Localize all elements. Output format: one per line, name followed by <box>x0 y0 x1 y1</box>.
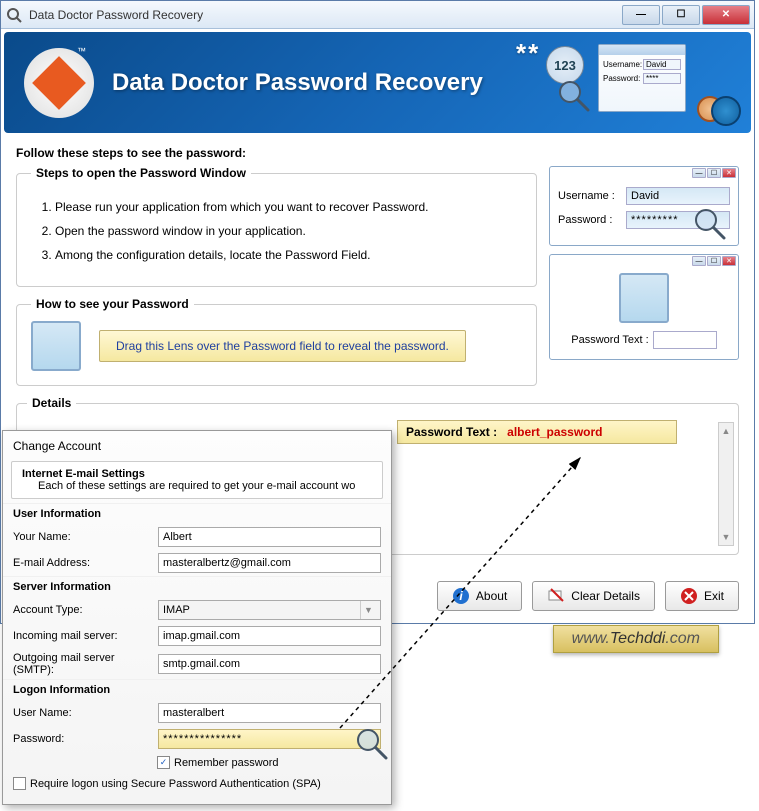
change-account-dialog: Change Account Internet E-mail Settings … <box>2 430 392 805</box>
info-icon: i <box>452 587 470 605</box>
window-controls <box>622 5 750 25</box>
incoming-label: Incoming mail server: <box>13 630 158 642</box>
main-heading: Follow these steps to see the password: <box>16 146 739 160</box>
mini-max-button[interactable]: ☐ <box>707 168 721 178</box>
magnifier-icon <box>354 726 388 766</box>
server-info-label: Server Information <box>3 576 391 597</box>
outgoing-label: Outgoing mail server (SMTP): <box>13 652 158 676</box>
remember-password-row[interactable]: ✓ Remember password <box>3 752 391 773</box>
mini-close-button[interactable]: ✕ <box>722 256 736 266</box>
your-name-label: Your Name: <box>13 531 158 543</box>
username-label: User Name: <box>13 707 158 719</box>
exit-icon <box>680 587 698 605</box>
password-label: Password: <box>13 733 158 745</box>
titlebar-text: Data Doctor Password Recovery <box>29 8 622 22</box>
chevron-down-icon: ▼ <box>360 601 376 619</box>
titlebar: Data Doctor Password Recovery <box>1 1 754 29</box>
drag-hint: Drag this Lens over the Password field t… <box>99 330 466 362</box>
password-text-field <box>653 331 717 349</box>
account-type-select[interactable]: IMAP▼ <box>158 600 381 620</box>
clear-icon <box>547 587 565 605</box>
logon-info-label: Logon Information <box>3 679 391 700</box>
spa-row[interactable]: Require logon using Secure Password Auth… <box>3 773 391 794</box>
lens-icon <box>619 273 669 323</box>
step-item: Among the configuration details, locate … <box>55 248 522 262</box>
banner-title: Data Doctor Password Recovery <box>112 69 483 97</box>
account-type-label: Account Type: <box>13 604 158 616</box>
dialog-title: Change Account <box>3 437 391 457</box>
mini-close-button[interactable]: ✕ <box>722 168 736 178</box>
app-icon <box>5 6 23 24</box>
watermark: www.Techddi.com <box>553 625 719 653</box>
incoming-input[interactable]: imap.gmail.com <box>158 626 381 646</box>
close-button[interactable] <box>702 5 750 25</box>
details-legend: Details <box>27 396 76 410</box>
mini-max-button[interactable]: ☐ <box>707 256 721 266</box>
steps-legend: Steps to open the Password Window <box>31 166 251 180</box>
password-input[interactable]: *************** <box>158 729 381 749</box>
banner: Data Doctor Password Recovery ** 123 Use… <box>4 32 751 133</box>
user-info-label: User Information <box>3 503 391 524</box>
username-input[interactable]: masteralbert <box>158 703 381 723</box>
minimize-button[interactable] <box>622 5 660 25</box>
banner-mini-window: Username:David Password:**** <box>598 44 686 112</box>
username-field: David <box>626 187 730 205</box>
app-logo <box>24 48 94 118</box>
step-item: Open the password window in your applica… <box>55 224 522 238</box>
steps-group: Steps to open the Password Window Please… <box>16 166 537 287</box>
mini-min-button[interactable]: — <box>692 168 706 178</box>
howto-group: How to see your Password Drag this Lens … <box>16 297 537 386</box>
mini-min-button[interactable]: — <box>692 256 706 266</box>
example-login-window: —☐✕ Username :David Password :********* <box>549 166 739 246</box>
result-box: Password Text : albert_password <box>397 420 677 444</box>
exit-button[interactable]: Exit <box>665 581 739 611</box>
email-label: E-mail Address: <box>13 557 158 569</box>
settings-header: Internet E-mail Settings Each of these s… <box>12 462 382 498</box>
checkbox-icon: ✓ <box>157 756 170 769</box>
clear-details-button[interactable]: Clear Details <box>532 581 655 611</box>
lens-draggable[interactable] <box>31 321 81 371</box>
result-value: albert_password <box>507 425 602 439</box>
password-label: Password : <box>558 214 626 226</box>
howto-legend: How to see your Password <box>31 297 194 311</box>
magnifier-icon <box>556 78 590 115</box>
example-result-window: —☐✕ Password Text : <box>549 254 739 360</box>
magnifier-icon <box>692 206 726 243</box>
details-scrollbar[interactable]: ▲▼ <box>718 422 734 546</box>
people-illustration <box>683 68 741 126</box>
step-item: Please run your application from which y… <box>55 200 522 214</box>
banner-stars: ** <box>516 38 540 69</box>
checkbox-icon <box>13 777 26 790</box>
password-text-label: Password Text : <box>571 334 648 346</box>
result-label: Password Text : <box>406 425 497 439</box>
steps-list: Please run your application from which y… <box>31 200 522 262</box>
banner-illustration: ** 123 Username:David Password:**** <box>576 38 741 126</box>
outgoing-input[interactable]: smtp.gmail.com <box>158 654 381 674</box>
username-label: Username : <box>558 190 626 202</box>
your-name-input[interactable]: Albert <box>158 527 381 547</box>
email-input[interactable]: masteralbertz@gmail.com <box>158 553 381 573</box>
about-button[interactable]: i About <box>437 581 522 611</box>
maximize-button[interactable] <box>662 5 700 25</box>
